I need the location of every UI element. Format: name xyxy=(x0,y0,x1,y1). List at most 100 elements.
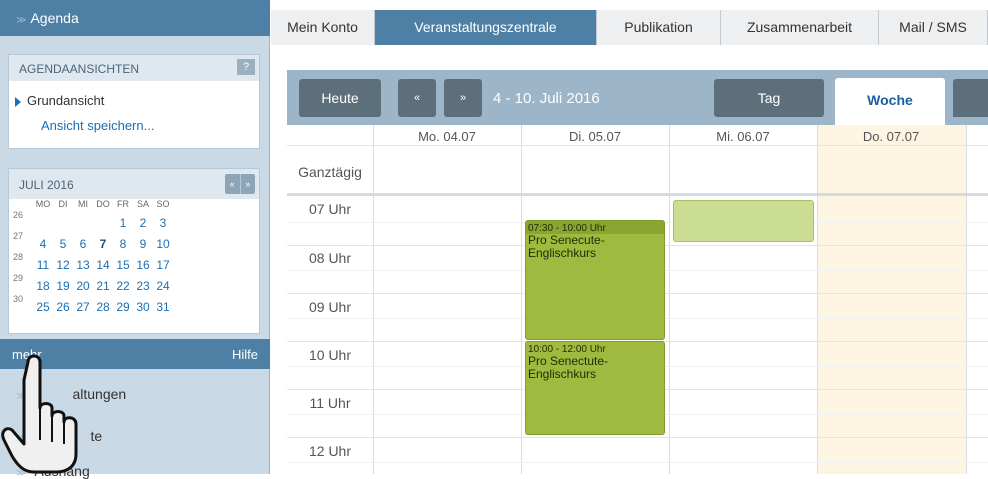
prev-month-icon[interactable]: « xyxy=(225,174,240,194)
calendar-day[interactable]: 13 xyxy=(73,251,93,272)
main-nav-tabs: Mein Konto Veranstaltungszentrale Publik… xyxy=(271,10,988,45)
calendar-day[interactable]: 8 xyxy=(113,230,133,251)
help-icon[interactable]: ? xyxy=(237,59,255,75)
allday-label: Ganztägig xyxy=(298,164,362,180)
calendar-day[interactable]: 19 xyxy=(53,272,73,293)
view-tab-week[interactable]: Woche xyxy=(835,78,945,125)
hour-line xyxy=(287,437,988,438)
calendar-day[interactable]: 28 xyxy=(93,293,113,314)
column-divider xyxy=(966,125,967,474)
today-column-highlight xyxy=(818,125,966,474)
hilfe-link[interactable]: Hilfe xyxy=(232,347,258,362)
save-view-link[interactable]: Ansicht speichern... xyxy=(9,108,259,133)
day-header-wed[interactable]: Mi. 06.07 xyxy=(669,129,817,144)
month-nav: « » xyxy=(225,174,255,194)
tab-mail-sms[interactable]: Mail / SMS xyxy=(879,10,988,45)
calendar-day[interactable]: 12 xyxy=(53,251,73,272)
column-divider xyxy=(669,125,670,474)
calendar-day[interactable]: 14 xyxy=(93,251,113,272)
hour-label: 07 Uhr xyxy=(308,201,352,217)
view-label: Grundansicht xyxy=(27,93,105,108)
agenda-views-title: AGENDAANSICHTEN xyxy=(19,62,140,76)
calendar-day[interactable]: 2 xyxy=(133,209,153,230)
hour-label: 10 Uhr xyxy=(308,347,352,363)
tab-mein-konto[interactable]: Mein Konto xyxy=(271,10,375,45)
week-number-header xyxy=(13,199,33,209)
tab-publikation[interactable]: Publikation xyxy=(597,10,721,45)
weekday-header: SO xyxy=(156,199,170,209)
agenda-views-header: AGENDAANSICHTEN ? xyxy=(9,55,259,81)
event-englischkurs-2[interactable]: 10:00 - 12:00 Uhr Pro Senectute- Englisc… xyxy=(525,341,665,435)
calendar-day[interactable]: 11 xyxy=(33,251,53,272)
week-number: 27 xyxy=(13,231,24,241)
calendar-day[interactable]: 4 xyxy=(33,230,53,251)
prev-week-button[interactable]: « xyxy=(398,79,436,117)
calendar-day[interactable]: 17 xyxy=(153,251,173,272)
column-divider xyxy=(373,125,374,474)
calendar-day[interactable]: 30 xyxy=(133,293,153,314)
double-chevron-icon: ≫ xyxy=(16,15,27,26)
view-tab-day[interactable]: Tag xyxy=(714,79,824,117)
allday-divider xyxy=(287,193,988,196)
calendar-day xyxy=(53,209,73,230)
calendar-panel: Heute « » 4 - 10. Juli 2016 Tag Woche Mo… xyxy=(287,70,988,474)
calendar-day[interactable]: 1 xyxy=(113,209,133,230)
event-title: Pro Senecute- Englischkurs xyxy=(528,233,605,260)
calendar-day[interactable]: 26 xyxy=(53,293,73,314)
tab-zusammenarbeit[interactable]: Zusammenarbeit xyxy=(721,10,879,45)
today-button[interactable]: Heute xyxy=(299,79,381,117)
calendar-day[interactable]: 27 xyxy=(73,293,93,314)
weekday-header: SA xyxy=(136,199,149,209)
agenda-header[interactable]: ≫ Agenda xyxy=(0,0,270,36)
week-number: 26 xyxy=(13,210,24,220)
weekday-header: DO xyxy=(96,199,110,209)
next-month-icon[interactable]: » xyxy=(239,174,256,194)
day-header-tue[interactable]: Di. 05.07 xyxy=(521,129,669,144)
calendar-day[interactable]: 10 xyxy=(153,230,173,251)
day-header-thu[interactable]: Do. 07.07 xyxy=(817,129,965,144)
calendar-week-row: 28 11 12 13 14 15 16 17 xyxy=(13,251,173,272)
view-item-grundansicht[interactable]: Grundansicht xyxy=(9,81,259,108)
weekday-header: FR xyxy=(117,199,129,209)
calendar-day[interactable]: 25 xyxy=(33,293,53,314)
calendar-day[interactable]: 5 xyxy=(53,230,73,251)
calendar-week-row: 29 18 19 20 21 22 23 24 xyxy=(13,272,173,293)
date-range-label: 4 - 10. Juli 2016 xyxy=(493,90,600,107)
triangle-right-icon xyxy=(15,96,21,107)
calendar-day[interactable]: 16 xyxy=(133,251,153,272)
day-header-mon[interactable]: Mo. 04.07 xyxy=(373,129,521,144)
mini-calendar: JULI 2016 « » MO DI MI DO FR SA SO 26 1 2 3 27 4 5 6 7… xyxy=(8,168,260,334)
calendar-week-row: 30 25 26 27 28 29 30 31 xyxy=(13,293,173,314)
calendar-day[interactable]: 21 xyxy=(93,272,113,293)
calendar-week-row: 27 4 5 6 7 8 9 10 xyxy=(13,230,173,251)
header-divider xyxy=(287,145,988,146)
week-number: 30 xyxy=(13,294,24,304)
calendar-toolbar: Heute « » 4 - 10. Juli 2016 Tag Woche xyxy=(287,70,988,125)
event-wednesday-partial[interactable] xyxy=(673,200,814,242)
calendar-day[interactable]: 3 xyxy=(153,209,173,230)
calendar-day[interactable]: 29 xyxy=(113,293,133,314)
chevron-right-icon: » xyxy=(459,92,467,104)
calendar-day[interactable]: 31 xyxy=(153,293,173,314)
calendar-day[interactable]: 9 xyxy=(133,230,153,251)
tab-veranstaltungszentrale[interactable]: Veranstaltungszentrale xyxy=(375,10,597,45)
next-week-button[interactable]: » xyxy=(444,79,482,117)
view-tab-next[interactable] xyxy=(953,79,988,117)
chevron-left-icon: « xyxy=(413,92,421,104)
calendar-day xyxy=(33,209,53,230)
calendar-day[interactable]: 24 xyxy=(153,272,173,293)
calendar-day[interactable]: 15 xyxy=(113,251,133,272)
month-label: JULI 2016 xyxy=(19,178,74,192)
calendar-day[interactable]: 20 xyxy=(73,272,93,293)
event-englischkurs-1[interactable]: 07:30 - 10:00 Uhr Pro Senecute- Englisch… xyxy=(525,220,665,340)
calendar-day[interactable]: 22 xyxy=(113,272,133,293)
hour-label: 11 Uhr xyxy=(309,395,351,411)
calendar-day[interactable]: 6 xyxy=(73,230,93,251)
half-hour-line xyxy=(287,462,988,463)
calendar-day[interactable]: 23 xyxy=(133,272,153,293)
weekday-header: DI xyxy=(58,199,68,209)
calendar-day[interactable]: 18 xyxy=(33,272,53,293)
hour-label: 08 Uhr xyxy=(308,250,352,266)
calendar-day[interactable]: 7 xyxy=(93,230,113,251)
event-title: Pro Senectute- Englischkurs xyxy=(528,354,609,381)
